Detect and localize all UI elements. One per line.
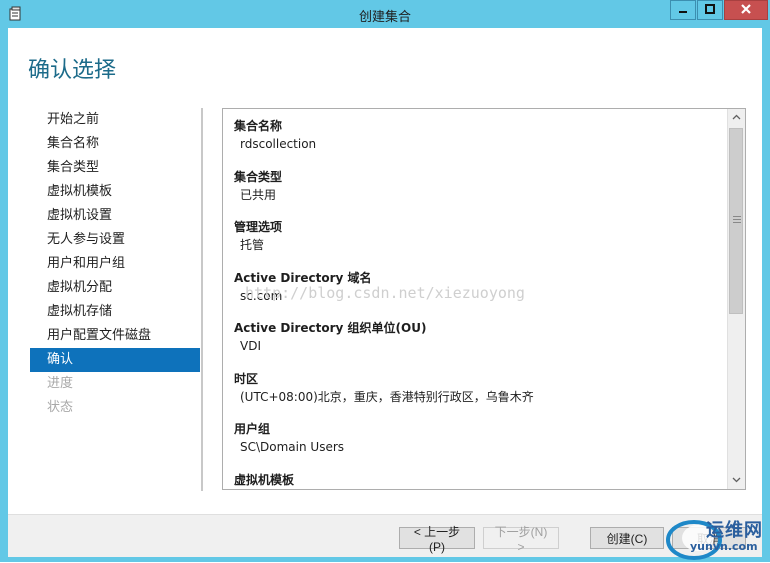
summary-item: 管理选项 托管 [234,218,729,269]
close-button[interactable] [724,0,768,20]
nav-item-vm-storage[interactable]: 虚拟机存储 [30,300,200,324]
nav-item-before-you-begin[interactable]: 开始之前 [30,108,200,132]
summary-label: 虚拟机模板 [234,472,295,487]
summary-label: 时区 [234,371,259,386]
vertical-scrollbar[interactable] [727,109,745,489]
summary-item: 时区 (UTC+08:00)北京，重庆，香港特别行政区，乌鲁木齐 [234,370,729,421]
summary-panel[interactable]: 集合名称 rdscollection 集合类型 已共用 管理选项 托管 Acti… [222,108,746,490]
summary-list: 集合名称 rdscollection 集合类型 已共用 管理选项 托管 Acti… [234,117,729,490]
nav-item-user-profile-disks[interactable]: 用户配置文件磁盘 [30,324,200,348]
summary-label: 用户组 [234,422,271,436]
summary-item: Active Directory 域名 sc.com [234,269,729,320]
window-title: 创建集合 [358,10,411,25]
summary-item: 虚拟机模板 [234,471,729,490]
summary-item: 集合类型 已共用 [234,168,729,219]
chevron-up-icon [732,113,741,123]
summary-item: 用户组 SC\Domain Users [234,420,729,471]
nav-item-results: 状态 [47,400,74,415]
nav-item-vm-template[interactable]: 虚拟机模板 [30,180,200,204]
summary-value: SC\Domain Users [240,440,345,454]
nav-item-collection-name[interactable]: 集合名称 [30,132,200,156]
summary-label: Active Directory 组织单位(OU) [234,321,427,335]
close-icon [740,3,752,18]
scroll-thumb[interactable] [729,128,743,314]
chevron-down-icon [732,476,741,486]
create-collection-window: 创建集合 确认选择 开始之前 集合名称 集合类型 虚拟机模板 虚拟机设置 无人参… [0,0,770,562]
summary-label: Active Directory 域名 [234,270,372,285]
summary-value: VDI [240,339,261,353]
title-bar[interactable]: 创建集合 [0,0,770,28]
page-title: 确认选择 [28,58,117,83]
nav-item-vm-allocation[interactable]: 虚拟机分配 [30,276,200,300]
scroll-down-button[interactable] [728,472,745,489]
summary-value: (UTC+08:00)北京，重庆，香港特别行政区，乌鲁木齐 [240,389,534,404]
summary-value: 托管 [240,238,265,252]
nav-item-progress: 进度 [47,376,74,391]
nav-item-unattended-settings[interactable]: 无人参与设置 [30,228,200,252]
nav-item-vm-settings[interactable]: 虚拟机设置 [30,204,200,228]
create-button[interactable]: 创建(C) [590,527,664,549]
summary-item: Active Directory 组织单位(OU) VDI [234,319,729,370]
summary-value: sc.com [240,288,283,303]
summary-label: 集合名称 [234,119,283,133]
maximize-icon [705,3,715,17]
summary-value: rdscollection [240,137,317,151]
summary-item: 集合名称 rdscollection [234,117,729,168]
summary-value: 已共用 [240,187,277,202]
nav-item-confirmation[interactable]: 确认 [30,348,200,372]
nav-item-users-and-groups[interactable]: 用户和用户组 [30,252,200,276]
logo-text: 运维网 [706,520,763,541]
nav-item-collection-type[interactable]: 集合类型 [30,156,200,180]
wizard-footer: < 上一步(P) 下一步(N) > 创建(C) 取消 [8,514,762,557]
next-button[interactable]: 下一步(N) > [483,525,559,554]
summary-label: 管理选项 [234,220,283,234]
wizard-nav: 开始之前 集合名称 集合类型 虚拟机模板 虚拟机设置 无人参与设置 用户和用户组… [30,108,200,420]
maximize-button[interactable] [697,0,723,20]
grip-icon [733,216,741,217]
scroll-up-button[interactable] [728,109,745,126]
previous-button[interactable]: < 上一步(P) [399,525,475,554]
summary-label: 集合类型 [234,169,283,184]
nav-divider [201,108,203,491]
minimize-icon [678,3,688,17]
minimize-button[interactable] [670,0,696,20]
summary-value [234,489,729,490]
wizard-client-area: 确认选择 开始之前 集合名称 集合类型 虚拟机模板 虚拟机设置 无人参与设置 用… [8,28,762,557]
logo-url-text: yunvn.com [690,540,758,553]
